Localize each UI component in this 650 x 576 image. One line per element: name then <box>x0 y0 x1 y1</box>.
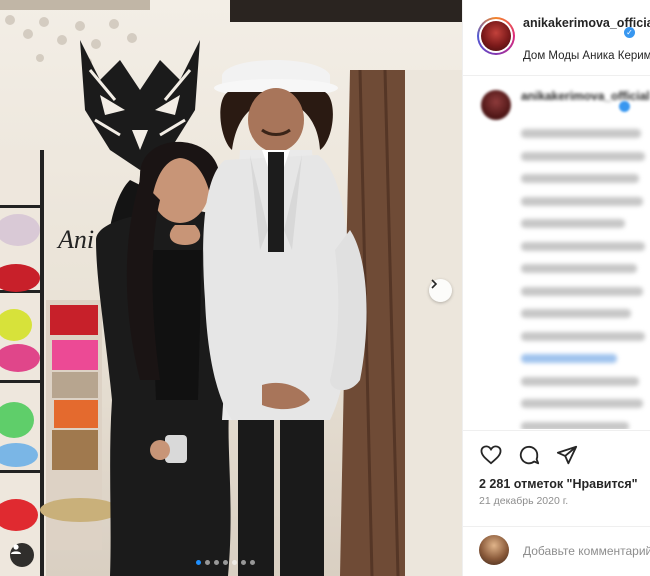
caption-username[interactable]: anikakerimova_official <box>521 89 650 104</box>
share-button[interactable] <box>555 443 579 467</box>
post-caption: anikakerimova_official <box>463 77 650 429</box>
logo-text: Ani <box>56 225 94 254</box>
carousel-dot <box>205 560 210 565</box>
caption-avatar[interactable] <box>481 90 511 120</box>
verified-badge-icon <box>619 101 630 112</box>
carousel-dot <box>196 560 201 565</box>
caption-line <box>521 241 645 251</box>
avatar-image <box>481 21 511 51</box>
comment-input[interactable] <box>523 541 650 561</box>
caption-line <box>521 354 617 363</box>
caption-line <box>521 174 639 183</box>
post-header: anikakerimova_official ✓ Дом Моды Аника … <box>463 0 650 76</box>
carousel-dot <box>250 560 255 565</box>
post-date[interactable]: 21 декабрь 2020 г. <box>479 495 568 507</box>
ceiling-beam <box>230 0 462 22</box>
chevron-right-icon <box>431 279 438 289</box>
caption-line <box>521 196 643 206</box>
carousel-dot <box>223 560 228 565</box>
verified-badge-icon: ✓ <box>624 27 635 38</box>
caption-line <box>521 421 629 429</box>
caption-line <box>521 286 643 296</box>
carousel-dot <box>232 560 237 565</box>
caption-line <box>521 399 643 408</box>
post-photo-illustration: Ani <box>0 0 462 576</box>
next-photo-button[interactable] <box>429 279 452 302</box>
caption-line <box>521 264 637 273</box>
comment-button[interactable] <box>517 443 541 467</box>
post-sidebar: anikakerimova_official ✓ Дом Моды Аника … <box>462 0 650 576</box>
caption-line <box>521 331 645 341</box>
carousel-dot <box>214 560 219 565</box>
caption-line <box>521 376 639 386</box>
caption-line <box>521 151 645 161</box>
header-location[interactable]: Дом Моды Аника Керимова <box>523 50 650 62</box>
tagged-users-button[interactable] <box>10 543 34 567</box>
caption-line <box>521 129 641 138</box>
user-icon <box>11 544 21 554</box>
commenter-avatar <box>479 535 509 565</box>
like-button[interactable] <box>479 443 503 467</box>
caption-line <box>521 219 625 228</box>
comment-bubble-icon <box>519 445 540 465</box>
likes-count[interactable]: 2 281 отметок "Нравится" <box>479 477 638 491</box>
caption-line <box>521 309 631 318</box>
heart-icon <box>480 445 502 465</box>
caption-text-blurred <box>521 129 647 429</box>
header-username[interactable]: anikakerimova_official <box>523 15 650 31</box>
avatar[interactable] <box>477 17 515 55</box>
post-photo[interactable]: Ani <box>0 0 462 576</box>
paper-plane-icon <box>556 445 578 465</box>
carousel-dot <box>241 560 246 565</box>
comment-box <box>463 526 650 576</box>
chandelier <box>0 0 150 66</box>
shelf-rack <box>0 150 46 576</box>
carousel-indicator <box>196 560 255 565</box>
post-actions: 2 281 отметок "Нравится" 21 декабрь 2020… <box>463 430 650 507</box>
